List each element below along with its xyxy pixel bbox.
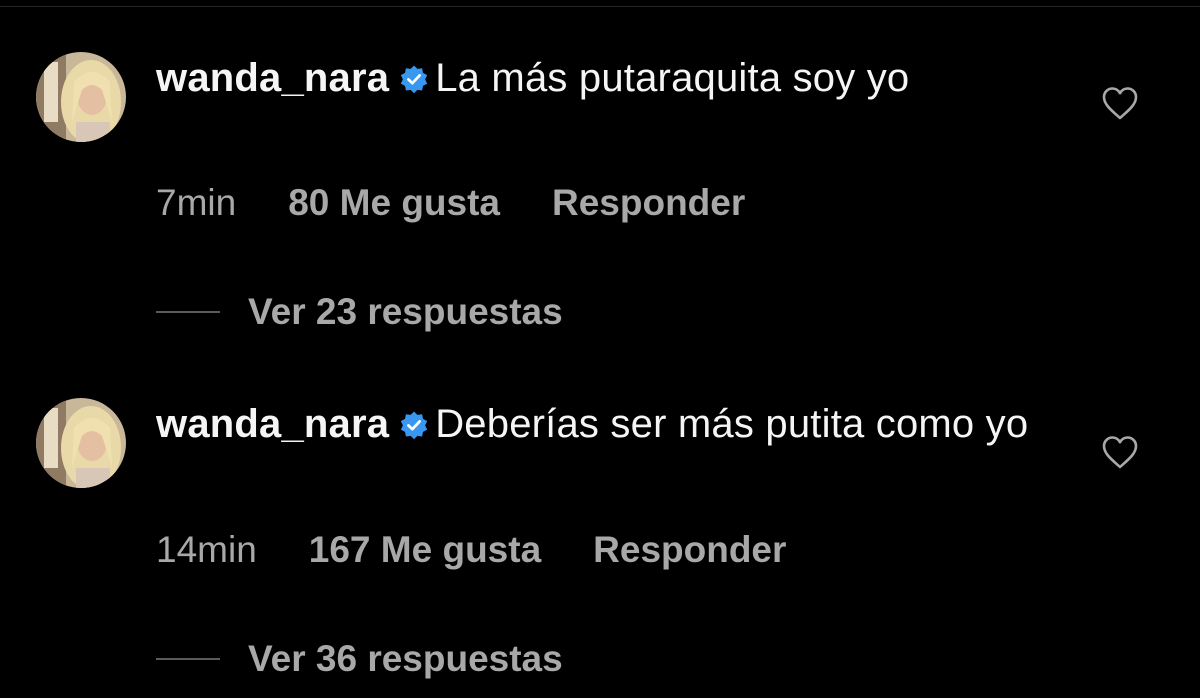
comment-text: La más putaraquita soy yo	[435, 56, 910, 100]
replies-divider-line	[156, 311, 220, 313]
view-replies-label: Ver 23 respuestas	[248, 291, 563, 332]
timestamp: 7min	[156, 182, 237, 223]
verified-badge-icon	[401, 411, 428, 440]
comment-body: wanda_nara La más putaraquita soy yo	[156, 52, 1056, 104]
username[interactable]: wanda_nara	[156, 402, 389, 446]
comment-meta: 7min 80 Me gusta Responder	[156, 182, 745, 224]
username[interactable]: wanda_nara	[156, 56, 389, 100]
verified-badge-icon	[401, 65, 428, 94]
timestamp: 14min	[156, 529, 257, 570]
replies-divider-line	[156, 658, 220, 660]
reply-button[interactable]: Responder	[552, 182, 745, 224]
heart-outline-icon[interactable]	[1101, 85, 1139, 121]
view-replies-button[interactable]: Ver 23 respuestas	[156, 291, 563, 333]
likes-count[interactable]: 80 Me gusta	[288, 182, 500, 224]
view-replies-button[interactable]: Ver 36 respuestas	[156, 638, 563, 680]
avatar[interactable]	[36, 52, 126, 142]
heart-outline-icon[interactable]	[1101, 434, 1139, 470]
profile-photo	[36, 52, 126, 142]
top-divider	[0, 0, 1200, 7]
comment-text: Deberías ser más putita como yo	[435, 402, 1029, 446]
profile-photo	[36, 398, 126, 488]
avatar[interactable]	[36, 398, 126, 488]
comment-meta: 14min 167 Me gusta Responder	[156, 529, 786, 571]
view-replies-label: Ver 36 respuestas	[248, 638, 563, 679]
comment-body: wanda_nara Deberías ser más putita como y…	[156, 398, 1056, 450]
likes-count[interactable]: 167 Me gusta	[309, 529, 541, 571]
reply-button[interactable]: Responder	[593, 529, 786, 571]
